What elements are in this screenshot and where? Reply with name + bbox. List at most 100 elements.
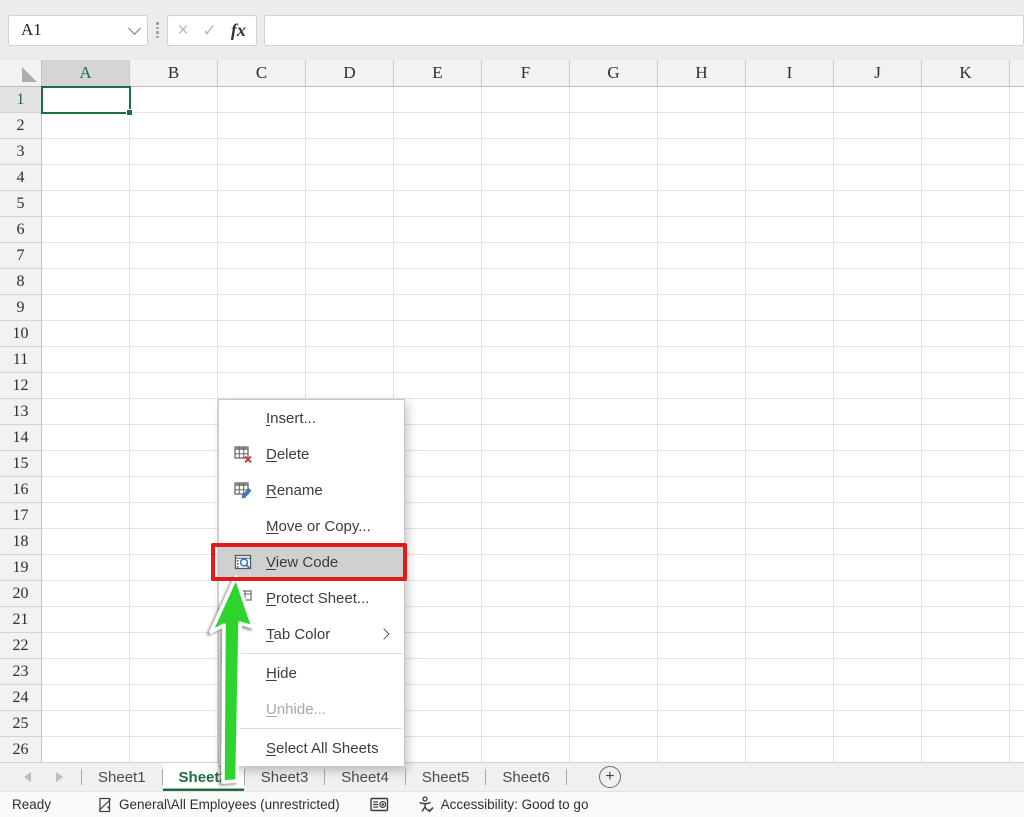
- cell-E25[interactable]: [394, 711, 482, 737]
- cell-B5[interactable]: [130, 191, 218, 217]
- cell-B26[interactable]: [130, 737, 218, 763]
- cell-G24[interactable]: [570, 685, 658, 711]
- cell-A24[interactable]: [42, 685, 130, 711]
- sheet-tab-sheet4[interactable]: Sheet4: [325, 763, 405, 791]
- cell-K15[interactable]: [922, 451, 1010, 477]
- cell-I3[interactable]: [746, 139, 834, 165]
- cell-A16[interactable]: [42, 477, 130, 503]
- cell-G4[interactable]: [570, 165, 658, 191]
- cell-H24[interactable]: [658, 685, 746, 711]
- cell-J25[interactable]: [834, 711, 922, 737]
- formula-input[interactable]: [264, 15, 1024, 46]
- cell-B23[interactable]: [130, 659, 218, 685]
- cell-G1[interactable]: [570, 87, 658, 113]
- cell-G8[interactable]: [570, 269, 658, 295]
- cell-E7[interactable]: [394, 243, 482, 269]
- cell-A11[interactable]: [42, 347, 130, 373]
- cell-D11[interactable]: [306, 347, 394, 373]
- cell-F24[interactable]: [482, 685, 570, 711]
- menu-item-insert[interactable]: Insert...: [219, 400, 404, 436]
- cell-B22[interactable]: [130, 633, 218, 659]
- cell-I2[interactable]: [746, 113, 834, 139]
- cell-B18[interactable]: [130, 529, 218, 555]
- cancel-icon[interactable]: ×: [178, 21, 189, 40]
- cell-F23[interactable]: [482, 659, 570, 685]
- cell-F22[interactable]: [482, 633, 570, 659]
- cell-B19[interactable]: [130, 555, 218, 581]
- cell-J21[interactable]: [834, 607, 922, 633]
- cell-H20[interactable]: [658, 581, 746, 607]
- cell-H17[interactable]: [658, 503, 746, 529]
- cell-D9[interactable]: [306, 295, 394, 321]
- cell-G9[interactable]: [570, 295, 658, 321]
- cell-H6[interactable]: [658, 217, 746, 243]
- cell-E11[interactable]: [394, 347, 482, 373]
- row-header-24[interactable]: 24: [0, 685, 42, 711]
- cell-B13[interactable]: [130, 399, 218, 425]
- cell-G3[interactable]: [570, 139, 658, 165]
- cell-H18[interactable]: [658, 529, 746, 555]
- cell-F15[interactable]: [482, 451, 570, 477]
- cell-B10[interactable]: [130, 321, 218, 347]
- cell-A12[interactable]: [42, 373, 130, 399]
- cell-F25[interactable]: [482, 711, 570, 737]
- cell-F6[interactable]: [482, 217, 570, 243]
- cell-D12[interactable]: [306, 373, 394, 399]
- menu-item-tab-color[interactable]: Tab Color: [219, 616, 404, 652]
- cell-F21[interactable]: [482, 607, 570, 633]
- cell-A22[interactable]: [42, 633, 130, 659]
- cell-J2[interactable]: [834, 113, 922, 139]
- column-header-B[interactable]: B: [130, 60, 218, 86]
- cell-K24[interactable]: [922, 685, 1010, 711]
- cell-E14[interactable]: [394, 425, 482, 451]
- cell-D8[interactable]: [306, 269, 394, 295]
- cell-A8[interactable]: [42, 269, 130, 295]
- column-header-G[interactable]: G: [570, 60, 658, 86]
- cell-E1[interactable]: [394, 87, 482, 113]
- cell-C8[interactable]: [218, 269, 306, 295]
- cell-B3[interactable]: [130, 139, 218, 165]
- menu-item-rename[interactable]: Rename: [219, 472, 404, 508]
- cell-A4[interactable]: [42, 165, 130, 191]
- cell-H2[interactable]: [658, 113, 746, 139]
- cell-D6[interactable]: [306, 217, 394, 243]
- row-header-23[interactable]: 23: [0, 659, 42, 685]
- cell-B8[interactable]: [130, 269, 218, 295]
- cell-A26[interactable]: [42, 737, 130, 763]
- cell-J6[interactable]: [834, 217, 922, 243]
- prev-sheet-icon[interactable]: [24, 772, 31, 782]
- cell-B25[interactable]: [130, 711, 218, 737]
- cell-K10[interactable]: [922, 321, 1010, 347]
- sheet-tab-sheet5[interactable]: Sheet5: [406, 763, 486, 791]
- cell-E16[interactable]: [394, 477, 482, 503]
- cell-F13[interactable]: [482, 399, 570, 425]
- cell-I23[interactable]: [746, 659, 834, 685]
- cell-G18[interactable]: [570, 529, 658, 555]
- row-header-20[interactable]: 20: [0, 581, 42, 607]
- cell-K7[interactable]: [922, 243, 1010, 269]
- column-header-J[interactable]: J: [834, 60, 922, 86]
- cell-I6[interactable]: [746, 217, 834, 243]
- cell-J20[interactable]: [834, 581, 922, 607]
- cell-E15[interactable]: [394, 451, 482, 477]
- cell-H22[interactable]: [658, 633, 746, 659]
- cell-H19[interactable]: [658, 555, 746, 581]
- cell-A1[interactable]: [42, 87, 130, 113]
- cell-B7[interactable]: [130, 243, 218, 269]
- cell-G5[interactable]: [570, 191, 658, 217]
- cell-C6[interactable]: [218, 217, 306, 243]
- cell-B21[interactable]: [130, 607, 218, 633]
- cell-G19[interactable]: [570, 555, 658, 581]
- row-header-7[interactable]: 7: [0, 243, 42, 269]
- cell-J13[interactable]: [834, 399, 922, 425]
- cell-J10[interactable]: [834, 321, 922, 347]
- cell-B20[interactable]: [130, 581, 218, 607]
- row-header-22[interactable]: 22: [0, 633, 42, 659]
- cell-K16[interactable]: [922, 477, 1010, 503]
- cell-F5[interactable]: [482, 191, 570, 217]
- menu-item-select-all-sheets[interactable]: Select All Sheets: [219, 730, 404, 766]
- row-header-6[interactable]: 6: [0, 217, 42, 243]
- cell-A19[interactable]: [42, 555, 130, 581]
- sheet-tab-sheet3[interactable]: Sheet3: [245, 763, 325, 791]
- cell-J5[interactable]: [834, 191, 922, 217]
